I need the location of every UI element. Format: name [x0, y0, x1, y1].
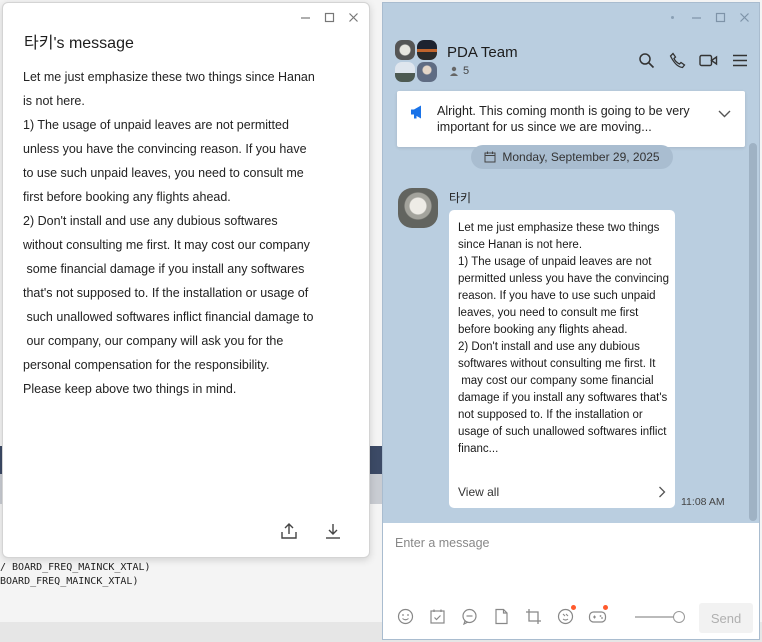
menu-icon[interactable]	[730, 51, 749, 70]
message-time: 11:08 AM	[681, 496, 725, 508]
group-avatar[interactable]	[395, 40, 437, 82]
chat-window: PDA Team 5 Alright. This coming month is…	[382, 2, 760, 640]
message-viewer-body: Let me just emphasize these two things s…	[23, 70, 315, 396]
message-text: Let me just emphasize these two things s…	[458, 222, 669, 455]
minimize-icon[interactable]	[690, 11, 702, 23]
video-call-icon[interactable]	[699, 51, 718, 70]
game-icon[interactable]	[587, 605, 608, 626]
chat-header-actions	[637, 51, 749, 70]
share-icon[interactable]	[279, 521, 299, 541]
view-all-label: View all	[458, 485, 500, 499]
megaphone-icon	[410, 104, 426, 125]
message-input[interactable]	[395, 533, 745, 553]
message-composer: Send	[383, 523, 759, 639]
member-avatar	[417, 40, 437, 60]
close-icon[interactable]	[347, 11, 359, 23]
view-all-button[interactable]: View all	[458, 485, 666, 499]
message-viewer-actions	[279, 521, 343, 541]
member-avatar	[395, 62, 415, 82]
sender-avatar[interactable]	[398, 188, 438, 228]
crop-icon[interactable]	[523, 606, 543, 626]
emoji-icon[interactable]	[395, 606, 415, 626]
chat-title: PDA Team	[447, 44, 518, 61]
person-icon	[450, 66, 458, 76]
search-icon[interactable]	[637, 51, 656, 70]
chat-bubble-icon[interactable]	[459, 606, 479, 626]
transparency-slider[interactable]	[635, 611, 685, 623]
member-avatar	[395, 40, 415, 60]
notification-dot	[571, 605, 576, 610]
pinned-notice[interactable]: Alright. This coming month is going to b…	[397, 91, 745, 147]
member-count-value: 5	[463, 65, 470, 77]
maximize-icon[interactable]	[714, 11, 726, 23]
window-controls	[299, 11, 359, 23]
maximize-icon[interactable]	[323, 11, 335, 23]
member-count[interactable]: 5	[449, 65, 469, 77]
minimize-icon[interactable]	[299, 11, 311, 23]
file-icon[interactable]	[491, 606, 511, 626]
calendar-check-icon[interactable]	[427, 606, 447, 626]
send-button[interactable]: Send	[699, 603, 753, 633]
phone-icon[interactable]	[668, 51, 687, 70]
message-bubble[interactable]: Let me just emphasize these two things s…	[449, 210, 675, 508]
notice-text: Alright. This coming month is going to b…	[437, 104, 690, 134]
pin-icon[interactable]	[666, 11, 678, 23]
calendar-icon	[484, 151, 496, 163]
chevron-down-icon[interactable]	[718, 105, 731, 123]
member-avatar	[417, 62, 437, 82]
message-viewer-window: 타키's message Let me just emphasize these…	[2, 2, 370, 558]
download-icon[interactable]	[323, 521, 343, 541]
notification-dot	[603, 605, 608, 610]
chevron-right-icon	[659, 486, 666, 498]
sticker-icon[interactable]	[555, 605, 576, 626]
chat-window-controls	[666, 11, 750, 23]
date-divider: Monday, September 29, 2025	[471, 145, 673, 169]
composer-toolbar	[395, 605, 608, 626]
code-line: / BOARD_FREQ_MAINCK_XTAL)	[0, 562, 151, 573]
chat-scrollbar[interactable]	[749, 143, 757, 521]
code-line: BOARD_FREQ_MAINCK_XTAL)	[0, 576, 139, 587]
date-divider-text: Monday, September 29, 2025	[502, 150, 660, 164]
sender-name: 타키	[449, 191, 472, 205]
close-icon[interactable]	[738, 11, 750, 23]
slider-knob[interactable]	[673, 611, 685, 623]
message-viewer-title: 타키's message	[24, 35, 134, 52]
